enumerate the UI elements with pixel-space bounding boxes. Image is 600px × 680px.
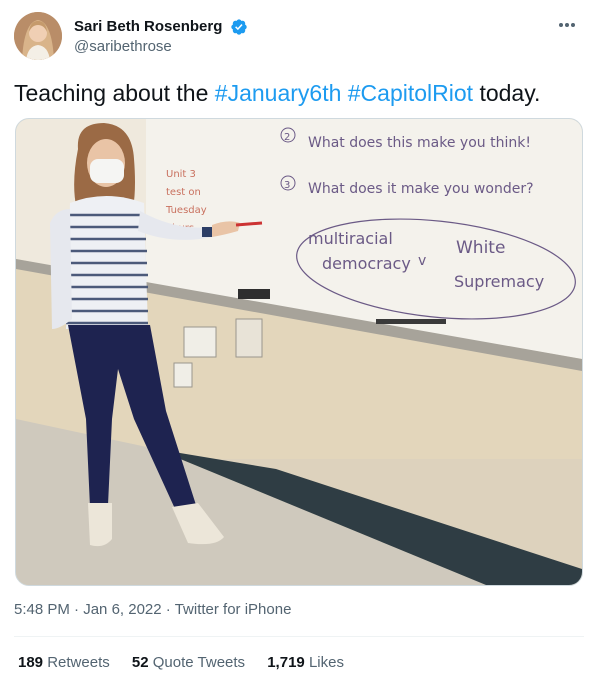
divider xyxy=(14,636,584,637)
author-names: Sari Beth Rosenberg @saribethrose xyxy=(74,17,248,57)
whiteboard-question-2: What does this make you think! xyxy=(308,135,531,151)
whiteboard-question-3: What does it make you wonder? xyxy=(308,181,534,197)
whiteboard-left-term-1: multiracial xyxy=(308,229,393,248)
likes-stat[interactable]: 1,719 Likes xyxy=(267,654,344,671)
quote-tweets-stat[interactable]: 52 Quote Tweets xyxy=(132,654,245,671)
tweet-client-link[interactable]: Twitter for iPhone xyxy=(175,601,292,618)
tweet-meta: 5:48 PM · Jan 6, 2022 · Twitter for iPho… xyxy=(14,601,292,618)
retweets-count: 189 xyxy=(18,654,44,671)
likes-count: 1,719 xyxy=(267,654,305,671)
retweets-stat[interactable]: 189 Retweets xyxy=(18,654,110,671)
author-display-name[interactable]: Sari Beth Rosenberg xyxy=(74,17,222,37)
tweet-stats: 189 Retweets 52 Quote Tweets 1,719 Likes xyxy=(18,654,362,671)
hashtag-link-january6th[interactable]: #January6th xyxy=(215,80,342,106)
whiteboard-versus: v xyxy=(418,253,426,269)
likes-label: Likes xyxy=(308,654,344,671)
unit-note-3: Tuesday xyxy=(165,205,207,216)
tweet-text: Teaching about the #January6th #CapitolR… xyxy=(14,78,584,108)
retweets-label: Retweets xyxy=(47,654,110,671)
tweet-date[interactable]: Jan 6, 2022 xyxy=(83,601,161,618)
unit-note-1: Unit 3 xyxy=(166,169,196,180)
tweet-time[interactable]: 5:48 PM xyxy=(14,601,70,618)
q3-number: 3 xyxy=(284,180,290,191)
ellipsis-icon xyxy=(559,23,563,27)
tweet-text-before: Teaching about the xyxy=(14,80,215,106)
hashtag-link-capitolriot[interactable]: #CapitolRiot xyxy=(348,80,473,106)
whiteboard-right-term-2: Supremacy xyxy=(454,272,544,291)
tweet-header: Sari Beth Rosenberg @saribethrose xyxy=(14,12,586,64)
tweet-text-after: today. xyxy=(473,80,541,106)
unit-note-2: test on xyxy=(166,187,201,198)
whiteboard-left-term-2: democracy xyxy=(322,254,411,273)
verified-badge-icon xyxy=(231,19,247,35)
tweet-photo[interactable]: 2 What does this make you think! 3 What … xyxy=(15,118,583,586)
avatar[interactable] xyxy=(14,12,62,60)
author-handle[interactable]: @saribethrose xyxy=(74,37,248,57)
quote-tweets-count: 52 xyxy=(131,654,149,671)
more-options-button[interactable] xyxy=(558,14,586,34)
whiteboard-right-term-1: White xyxy=(456,238,505,258)
quote-tweets-label: Quote Tweets xyxy=(152,654,246,671)
q2-number: 2 xyxy=(284,132,290,143)
